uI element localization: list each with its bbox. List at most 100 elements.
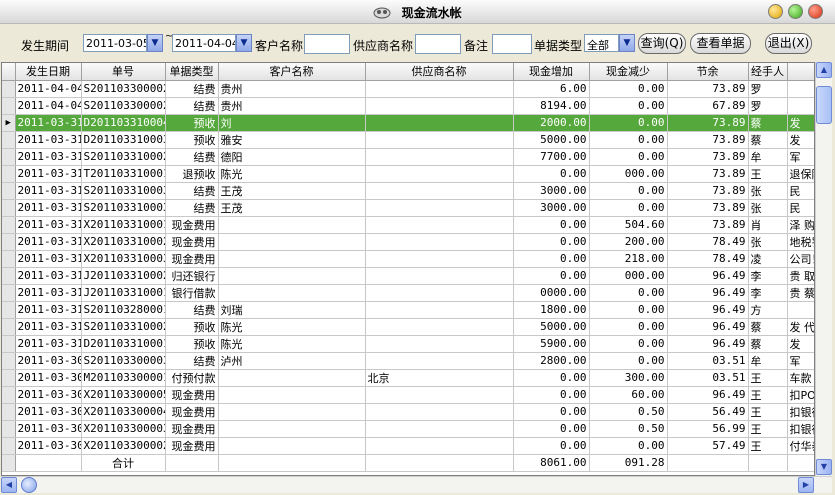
row-selector[interactable] [2, 165, 16, 183]
date-to-dropdown-icon[interactable]: ▼ [236, 34, 252, 52]
table-row[interactable]: 2011-03-31 X201103310002 现金费用 0.00 200.00 78.… [2, 233, 814, 251]
row-selector[interactable] [2, 131, 16, 149]
row-selector[interactable] [2, 352, 16, 370]
row-selector[interactable] [2, 199, 16, 217]
row-selector[interactable] [2, 369, 16, 387]
cell-note: 军 [787, 352, 814, 370]
scroll-down-icon[interactable]: ▼ [816, 459, 832, 475]
row-selector[interactable] [2, 403, 16, 421]
table-row[interactable]: 2011-03-30 X201103300003 现金费用 0.00 0.50 56.99… [2, 420, 814, 438]
date-from-field[interactable]: 2011-03-05 [83, 34, 147, 52]
doc-type-select[interactable]: 全部 [584, 34, 619, 52]
table-row[interactable]: 2011-03-31 S201103310003 结费 王茂 3000.00 0.00 73… [2, 199, 814, 217]
cell-handler: 李 [748, 284, 788, 302]
table-row[interactable]: 2011-03-30 S201103300003 结费 泸州 2800.00 0.00 03… [2, 352, 814, 370]
row-selector[interactable] [2, 284, 16, 302]
col-balance[interactable]: 节余 [667, 63, 749, 81]
row-selector[interactable] [2, 437, 16, 455]
date-from-dropdown-icon[interactable]: ▼ [147, 34, 163, 52]
row-selector[interactable] [2, 386, 16, 404]
cell-cash-decrease: 0.00 [589, 182, 668, 200]
row-selector[interactable] [2, 267, 16, 285]
col-cash-increase[interactable]: 现金增加 [513, 63, 590, 81]
cell-doc-type: 现金费用 [165, 233, 219, 251]
row-selector[interactable] [2, 301, 16, 319]
cell-doc-no: S201103300002 [81, 80, 166, 98]
col-doc-no[interactable]: 单号 [81, 63, 166, 81]
horizontal-scroll-thumb[interactable] [21, 477, 37, 493]
cell-note: 退保险 [787, 165, 814, 183]
cell-cash-decrease: 0.00 [589, 437, 668, 455]
cell-doc-no: S201103310003 [81, 182, 166, 200]
vertical-scroll-thumb[interactable] [816, 86, 832, 124]
cell-note: 车款 [787, 369, 814, 387]
view-document-button[interactable]: 查看单据 [690, 33, 751, 54]
col-note[interactable] [787, 63, 814, 81]
col-doc-type[interactable]: 单据类型 [165, 63, 219, 81]
table-row[interactable]: ▶ 2011-03-31 D201103310004 预收刘 2000.00 0.00 73… [2, 114, 814, 132]
cell-cash-increase: 0.00 [513, 369, 590, 387]
remark-input[interactable] [492, 34, 532, 54]
minimize-button[interactable] [768, 4, 783, 19]
cell-balance: 78.49 [667, 250, 749, 268]
cell-doc-no: X201103310001 [81, 216, 166, 234]
row-selector[interactable] [2, 182, 16, 200]
cell-doc-type: 结费 [165, 352, 219, 370]
table-row[interactable]: 2011-03-30 X201103300002 现金费用 0.00 0.00 57.49… [2, 437, 814, 455]
query-button[interactable]: 查询(Q) [638, 33, 686, 54]
current-row-pointer-icon[interactable]: ▶ [2, 114, 16, 132]
scroll-left-icon[interactable]: ◀ [1, 477, 17, 493]
cell-handler: 王 [748, 437, 788, 455]
row-selector[interactable] [2, 233, 16, 251]
col-handler[interactable]: 经手人 [748, 63, 788, 81]
row-selector[interactable] [2, 97, 16, 115]
customer-input[interactable] [304, 34, 350, 54]
close-button[interactable] [808, 4, 823, 19]
row-selector[interactable] [2, 335, 16, 353]
vertical-scrollbar[interactable]: ▲ ▼ [815, 62, 832, 476]
scroll-right-icon[interactable]: ▶ [798, 477, 814, 493]
table-row[interactable]: 2011-03-31 T201103310001 退预收 陈光 0.00 000.00 73… [2, 165, 814, 183]
exit-button[interactable]: 退出(X) [765, 33, 812, 54]
cell-cash-increase: 7700.00 [513, 148, 590, 166]
cell-balance: 96.49 [667, 301, 749, 319]
row-selector[interactable] [2, 216, 16, 234]
table-row[interactable]: 2011-03-31 J201103310001 银行借款 0000.00 0.00 96… [2, 284, 814, 302]
col-customer[interactable]: 客户名称 [218, 63, 366, 81]
row-selector[interactable] [2, 250, 16, 268]
row-selector[interactable] [2, 80, 16, 98]
table-row[interactable]: 2011-04-04 S201103300002 结费 贵州 8194.00 0.00 67… [2, 97, 814, 115]
cell-supplier [365, 131, 514, 149]
row-selector[interactable] [2, 318, 16, 336]
date-to-field[interactable]: 2011-04-04 [172, 34, 236, 52]
cell-handler: 蔡 [748, 114, 788, 132]
table-row[interactable]: 2011-03-30 X201103300004 现金费用 0.00 0.50 56.49… [2, 403, 814, 421]
maximize-button[interactable] [788, 4, 803, 19]
table-row[interactable]: 2011-03-31 X201103310001 现金费用 0.00 504.60 73.… [2, 216, 814, 234]
cell-handler: 凌 [748, 250, 788, 268]
supplier-input[interactable] [415, 34, 461, 54]
table-row[interactable]: 2011-04-04 S201103300002 结费 贵州 6.00 0.00 73.89… [2, 80, 814, 98]
table-row[interactable]: 2011-03-30 X201103300005 现金费用 0.00 60.00 96.4… [2, 386, 814, 404]
cell-note: 泽 购拖帐 [787, 216, 814, 234]
table-row[interactable]: 2011-03-31 S201103280001 结费 刘瑞 1800.00 0.00 96… [2, 301, 814, 319]
row-selector[interactable] [2, 148, 16, 166]
col-supplier[interactable]: 供应商名称 [365, 63, 514, 81]
table-row[interactable]: 2011-03-31 S201103310002 预收 陈光 5000.00 0.00 96… [2, 318, 814, 336]
window-title: 现金流水帐 [401, 6, 462, 20]
table-row[interactable]: 2011-03-31 S201103310002 结费 德阳 7700.00 0.00 73… [2, 148, 814, 166]
col-cash-decrease[interactable]: 现金减少 [589, 63, 668, 81]
table-row[interactable]: 2011-03-31 D201103310003 预收 雅安 5000.00 0.00 73… [2, 131, 814, 149]
table-row[interactable]: 2011-03-30 M201103300001 付预付款 北京 0.00 300.00 0… [2, 369, 814, 387]
doc-type-dropdown-icon[interactable]: ▼ [619, 34, 635, 52]
table-row[interactable]: 2011-03-31 X201103310003 现金费用 0.00 218.00 78.… [2, 250, 814, 268]
cell-customer: 王茂 [218, 199, 366, 217]
cell-handler: 牟 [748, 148, 788, 166]
table-row[interactable]: 2011-03-31 S201103310003 结费 王茂 3000.00 0.00 73… [2, 182, 814, 200]
table-row[interactable]: 2011-03-31 D201103310001 预收 陈光 5900.00 0.00 96… [2, 335, 814, 353]
table-row[interactable]: 2011-03-31 J201103310002 归还银行 0.00 000.00 96.… [2, 267, 814, 285]
row-selector[interactable] [2, 420, 16, 438]
scroll-up-icon[interactable]: ▲ [816, 62, 832, 78]
horizontal-scrollbar[interactable]: ◀ ▶ [1, 476, 832, 493]
col-date[interactable]: 发生日期 [15, 63, 82, 81]
